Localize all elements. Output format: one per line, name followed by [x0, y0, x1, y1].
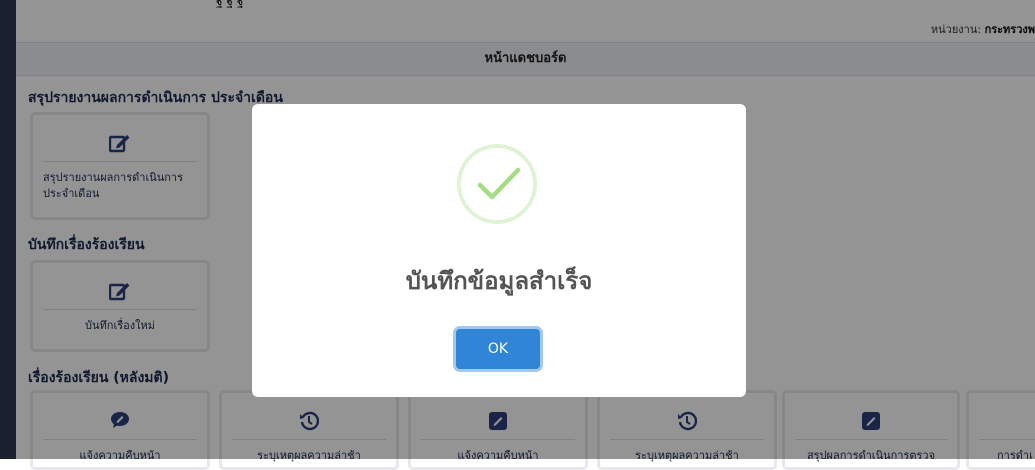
success-check-icon	[457, 144, 537, 224]
dialog-title: บันทึกข้อมูลสำเร็จ	[405, 267, 593, 295]
success-dialog: บันทึกข้อมูลสำเร็จ OK	[252, 104, 746, 397]
ok-button[interactable]: OK	[456, 329, 540, 369]
